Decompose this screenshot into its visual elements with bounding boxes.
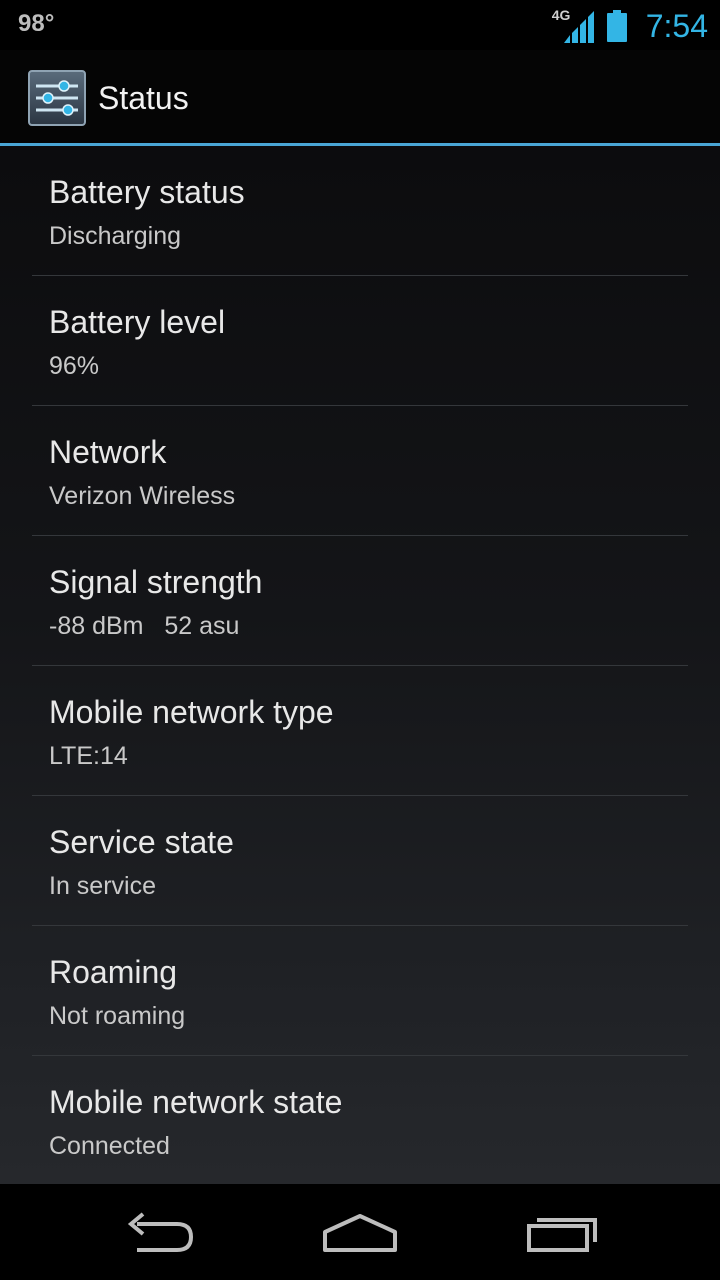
list-item-value: Verizon Wireless <box>49 482 236 510</box>
list-item-value: Discharging <box>49 222 182 250</box>
list-item-title: Battery status <box>49 174 245 210</box>
list-item-roaming[interactable]: Roaming Not roaming <box>32 926 688 1056</box>
network-type-label: 4G <box>551 7 571 23</box>
list-item-title: Battery level <box>49 304 226 340</box>
list-item-value: Connected <box>49 1132 170 1160</box>
status-bar: 98° 4G 7:54 <box>0 0 720 50</box>
list-item-mobile-network-state[interactable]: Mobile network state Connected <box>32 1056 688 1184</box>
list-item-title: Mobile network type <box>49 694 334 730</box>
list-item-battery-level[interactable]: Battery level 96% <box>32 276 688 406</box>
list-item-value: LTE:14 <box>49 742 128 770</box>
list-item-service-state[interactable]: Service state In service <box>32 796 688 926</box>
list-item-title: Service state <box>49 824 234 860</box>
page-title: Status <box>98 80 189 116</box>
settings-sliders-icon[interactable] <box>28 70 86 126</box>
list-item-battery-status[interactable]: Battery status Discharging <box>32 146 688 276</box>
list-item-title: Network <box>49 434 167 470</box>
clock: 7:54 <box>645 7 708 44</box>
list-item-title: Mobile network state <box>49 1084 343 1120</box>
temperature-readout: 98° <box>18 10 55 37</box>
list-item-value: Not roaming <box>49 1002 186 1030</box>
list-item-title: Roaming <box>49 954 178 990</box>
list-item-value: In service <box>49 872 156 900</box>
action-bar: Status <box>0 50 720 146</box>
list-item-signal-strength[interactable]: Signal strength -88 dBm 52 asu <box>32 536 688 666</box>
list-item-value: 96% <box>49 352 100 380</box>
list-item-title: Signal strength <box>49 564 263 600</box>
status-bar-right: 4G 7:54 <box>552 6 708 46</box>
home-icon[interactable] <box>315 1206 405 1258</box>
signal-icon: 4G <box>552 7 598 43</box>
list-item-mobile-network-type[interactable]: Mobile network type LTE:14 <box>32 666 688 796</box>
back-icon[interactable] <box>115 1206 205 1258</box>
list-item-network[interactable]: Network Verizon Wireless <box>32 406 688 536</box>
recent-apps-icon[interactable] <box>515 1206 605 1258</box>
navigation-bar <box>0 1184 720 1280</box>
status-list: Battery status Discharging Battery level… <box>0 146 720 1184</box>
list-item-value: -88 dBm 52 asu <box>49 612 240 640</box>
battery-icon <box>606 10 628 42</box>
